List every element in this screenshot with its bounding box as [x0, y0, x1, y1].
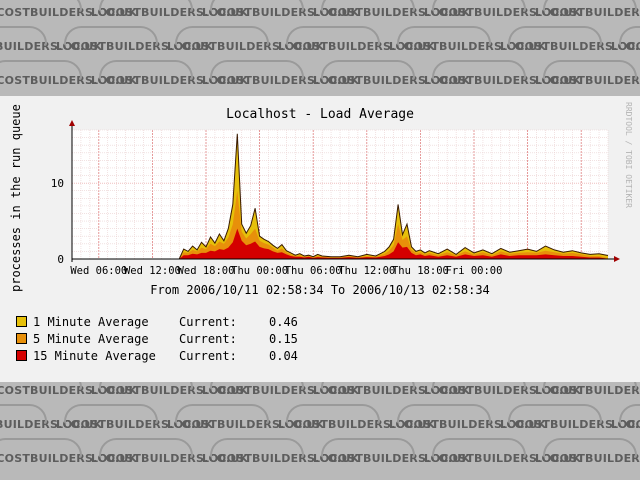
watermark-car-shape: [0, 438, 82, 458]
legend-name: 1 Minute Average: [33, 314, 149, 329]
legend-current-label: Current:: [179, 314, 237, 329]
y-axis-arrow: [69, 120, 75, 126]
watermark-car-shape: [619, 404, 640, 424]
watermark-car-shape: [543, 60, 637, 80]
watermark-car-shape: [0, 26, 47, 46]
watermark-car-shape: [210, 0, 304, 12]
x-tick-label: Thu 06:00: [285, 265, 342, 277]
x-tick-label: Wed 18:00: [178, 265, 235, 277]
watermark-car-shape: [210, 60, 304, 80]
watermark-car-shape: [64, 26, 158, 46]
watermark-car-shape: [0, 0, 82, 12]
watermark-car-shape: [321, 60, 415, 80]
y-tick-label: 0: [57, 253, 64, 266]
watermark-car-shape: [619, 26, 640, 46]
watermark-car-shape: [397, 26, 491, 46]
watermark-car-shape: [397, 404, 491, 424]
x-tick-label: Thu 12:00: [338, 265, 395, 277]
watermark-car-shape: [432, 0, 526, 12]
legend-swatch-1min: [16, 316, 27, 327]
watermark-car-shape: [0, 60, 82, 80]
x-tick-label: Wed 12:00: [124, 265, 181, 277]
x-axis-arrow: [614, 256, 620, 262]
chart-subtitle: From 2006/10/11 02:58:34 To 2006/10/13 0…: [150, 283, 490, 297]
x-tick-label: Thu 18:00: [392, 265, 449, 277]
legend-current-label: Current:: [179, 348, 237, 363]
watermark-car-shape: [543, 0, 637, 12]
legend-name: 5 Minute Average: [33, 331, 149, 346]
watermark-car-shape: [0, 404, 47, 424]
legend: 1 Minute Average Current: 0.46 5 Minute …: [16, 313, 298, 364]
watermark-car-shape: [432, 60, 526, 80]
legend-current-value: 0.46: [269, 314, 298, 329]
watermark-car-shape: [432, 438, 526, 458]
y-axis-label: processes in the run queue: [9, 104, 23, 292]
legend-current-value: 0.15: [269, 331, 298, 346]
watermark-car-shape: [508, 404, 602, 424]
watermark-car-shape: [99, 0, 193, 12]
legend-item-5min: 5 Minute Average Current: 0.15: [16, 330, 298, 347]
chart-panel: Localhost - Load Average From 2006/10/11 …: [0, 96, 640, 382]
legend-current-value: 0.04: [269, 348, 298, 363]
legend-name: 15 Minute Average: [33, 348, 156, 363]
legend-item-1min: 1 Minute Average Current: 0.46: [16, 313, 298, 330]
watermark-car-shape: [99, 60, 193, 80]
watermark-car-shape: [64, 404, 158, 424]
watermark-car-shape: [321, 0, 415, 12]
legend-current-label: Current:: [179, 331, 237, 346]
x-tick-label: Fri 00:00: [446, 265, 503, 277]
watermark-car-shape: [210, 438, 304, 458]
rrdtool-credit: RRDTOOL / TOBI OETIKER: [624, 102, 633, 208]
legend-swatch-5min: [16, 333, 27, 344]
watermark-car-shape: [508, 26, 602, 46]
watermark-car-shape: [99, 438, 193, 458]
legend-swatch-15min: [16, 350, 27, 361]
watermark-car-shape: [175, 26, 269, 46]
watermark-car-shape: [175, 404, 269, 424]
x-tick-label: Wed 06:00: [70, 265, 127, 277]
legend-item-15min: 15 Minute Average Current: 0.04: [16, 347, 298, 364]
watermark-car-shape: [286, 26, 380, 46]
y-tick-label: 10: [51, 177, 64, 190]
chart-title: Localhost - Load Average: [226, 107, 414, 122]
watermark-car-shape: [321, 438, 415, 458]
watermark-car-shape: [543, 438, 637, 458]
x-tick-label: Thu 00:00: [231, 265, 288, 277]
watermark-car-shape: [286, 404, 380, 424]
